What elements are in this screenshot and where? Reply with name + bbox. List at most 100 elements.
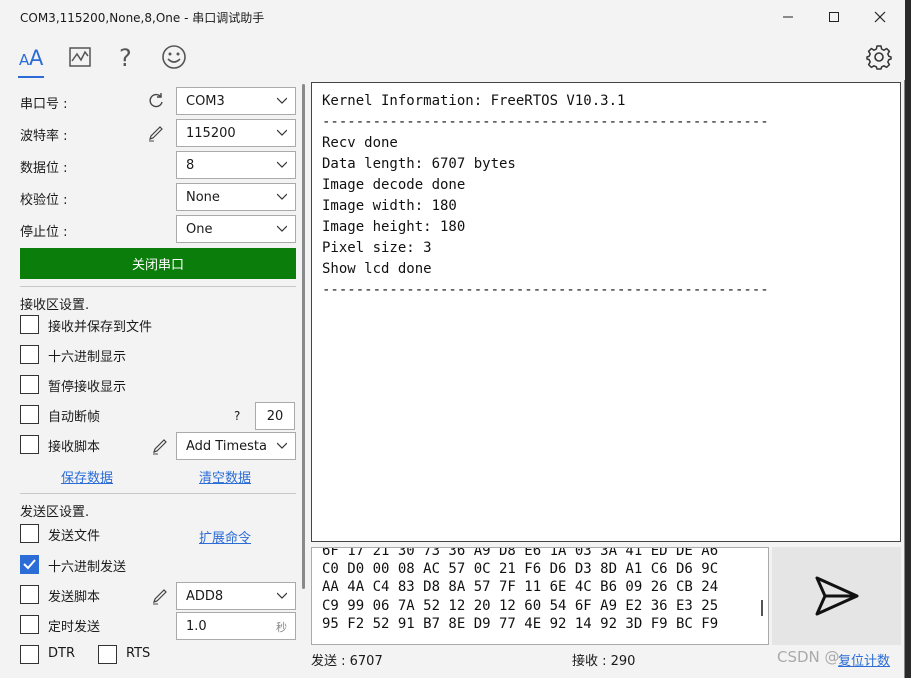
settings-button[interactable]: [864, 42, 894, 72]
baud-value: 115200: [186, 125, 236, 141]
auto-frame-label: 自动断帧: [48, 410, 101, 425]
clear-data-link[interactable]: 清空数据: [199, 467, 251, 486]
chevron-down-icon: [277, 129, 287, 136]
dtr-label: DTR: [48, 646, 75, 661]
timed-send-checkbox[interactable]: [20, 615, 39, 634]
receive-area[interactable]: Kernel Information: FreeRTOS V10.3.1 ---…: [311, 82, 901, 542]
chevron-down-icon: [277, 592, 287, 599]
refresh-icon[interactable]: [146, 91, 166, 111]
font-size-button[interactable]: AA: [16, 42, 46, 72]
font-icon: AA: [19, 46, 44, 70]
chart-icon: [69, 47, 91, 67]
chart-button[interactable]: [65, 42, 95, 72]
save-to-file-checkbox[interactable]: [20, 315, 39, 334]
help-button[interactable]: ?: [111, 42, 141, 72]
send-script-value: ADD8: [186, 588, 224, 604]
parity-select[interactable]: None: [176, 183, 296, 211]
hex-display-label: 十六进制显示: [48, 350, 127, 365]
send-script-select[interactable]: ADD8: [176, 582, 296, 610]
send-file-checkbox[interactable]: [20, 524, 39, 543]
send-file-label: 发送文件: [48, 529, 101, 544]
stopbits-select[interactable]: One: [176, 215, 296, 243]
reset-count-link[interactable]: 复位计数: [838, 650, 890, 669]
send-button[interactable]: [772, 547, 901, 645]
send-area[interactable]: 6F 17 21 30 73 36 A9 D8 E6 1A 03 3A 41 E…: [311, 547, 769, 645]
databits-select[interactable]: 8: [176, 151, 296, 179]
close-port-button[interactable]: 关闭串口: [20, 248, 296, 279]
extend-command-link[interactable]: 扩展命令: [199, 527, 251, 546]
edit-icon[interactable]: [150, 586, 170, 606]
chevron-down-icon: [277, 442, 287, 449]
watermark: CSDN @: [777, 648, 840, 666]
rts-checkbox[interactable]: [98, 645, 117, 664]
app-window: COM3,115200,None,8,One - 串口调试助手 AA ? 串口号…: [0, 0, 905, 678]
hex-send-checkbox[interactable]: [20, 555, 39, 574]
hex-send-label: 十六进制发送: [48, 560, 127, 575]
auto-frame-checkbox[interactable]: [20, 405, 39, 424]
send-section-title: 发送区设置.: [20, 505, 90, 520]
gear-icon: [866, 45, 892, 70]
about-button[interactable]: [159, 42, 189, 72]
baud-label: 波特率 :: [20, 129, 68, 144]
svg-text:?: ?: [119, 44, 132, 70]
divider: [20, 286, 296, 287]
parity-value: None: [186, 189, 220, 205]
receive-text: Kernel Information: FreeRTOS V10.3.1 ---…: [322, 93, 769, 298]
auto-frame-input[interactable]: 20: [255, 402, 295, 430]
save-data-link[interactable]: 保存数据: [61, 467, 113, 486]
window-title: COM3,115200,None,8,One - 串口调试助手: [20, 11, 265, 25]
chevron-down-icon: [277, 97, 287, 104]
port-value: COM3: [186, 93, 225, 109]
receive-section-title: 接收区设置.: [20, 298, 90, 313]
baud-select[interactable]: 115200: [176, 119, 296, 147]
chevron-down-icon: [277, 225, 287, 232]
panel-scrollbar[interactable]: [302, 84, 305, 589]
timed-send-input[interactable]: 1.0 秒: [176, 612, 296, 640]
received-count: 接收 : 290: [572, 654, 636, 669]
close-window-button[interactable]: [857, 0, 903, 34]
send-script-checkbox[interactable]: [20, 585, 39, 604]
minimize-button[interactable]: [765, 0, 811, 34]
port-label: 串口号 :: [20, 97, 68, 112]
background-window-edge: [905, 0, 911, 678]
send-text: 6F 17 21 30 73 36 A9 D8 E6 1A 03 3A 41 E…: [322, 547, 719, 632]
edit-icon[interactable]: [146, 123, 166, 143]
close-icon: [874, 11, 886, 23]
auto-frame-help[interactable]: ?: [234, 409, 240, 423]
timed-send-label: 定时发送: [48, 620, 101, 635]
chevron-down-icon: [277, 193, 287, 200]
stopbits-value: One: [186, 221, 213, 237]
stopbits-label: 停止位 :: [20, 225, 68, 240]
timed-send-value: 1.0: [186, 618, 207, 634]
toolbar: AA ?: [0, 34, 905, 80]
chevron-down-icon: [277, 161, 287, 168]
active-tab-indicator: [18, 76, 44, 78]
save-to-file-label: 接收并保存到文件: [48, 320, 153, 335]
sent-count: 发送 : 6707: [311, 654, 383, 669]
rts-label: RTS: [126, 646, 151, 661]
port-select[interactable]: COM3: [176, 87, 296, 115]
maximize-icon: [829, 12, 839, 22]
question-icon: ?: [119, 44, 132, 70]
divider: [20, 493, 296, 494]
hex-display-checkbox[interactable]: [20, 345, 39, 364]
parity-label: 校验位 :: [20, 193, 68, 208]
edit-icon[interactable]: [150, 436, 170, 456]
smiley-icon: [162, 45, 186, 69]
svg-text:A: A: [29, 46, 44, 70]
maximize-button[interactable]: [811, 0, 857, 34]
pause-display-label: 暂停接收显示: [48, 380, 127, 395]
receive-script-label: 接收脚本: [48, 440, 101, 455]
send-script-label: 发送脚本: [48, 590, 101, 605]
dtr-checkbox[interactable]: [20, 645, 39, 664]
pause-display-checkbox[interactable]: [20, 375, 39, 394]
databits-value: 8: [186, 157, 195, 173]
check-icon: [23, 559, 36, 570]
timed-send-unit: 秒: [276, 621, 287, 634]
databits-label: 数据位 :: [20, 161, 68, 176]
receive-script-select[interactable]: Add Timesta: [176, 432, 296, 460]
receive-script-checkbox[interactable]: [20, 435, 39, 454]
send-icon: [815, 576, 858, 616]
send-scrollbar[interactable]: [761, 600, 763, 616]
settings-panel: 串口号 : COM3 波特率 : 115200 数据位 : 8 校验位 : No…: [0, 80, 305, 678]
